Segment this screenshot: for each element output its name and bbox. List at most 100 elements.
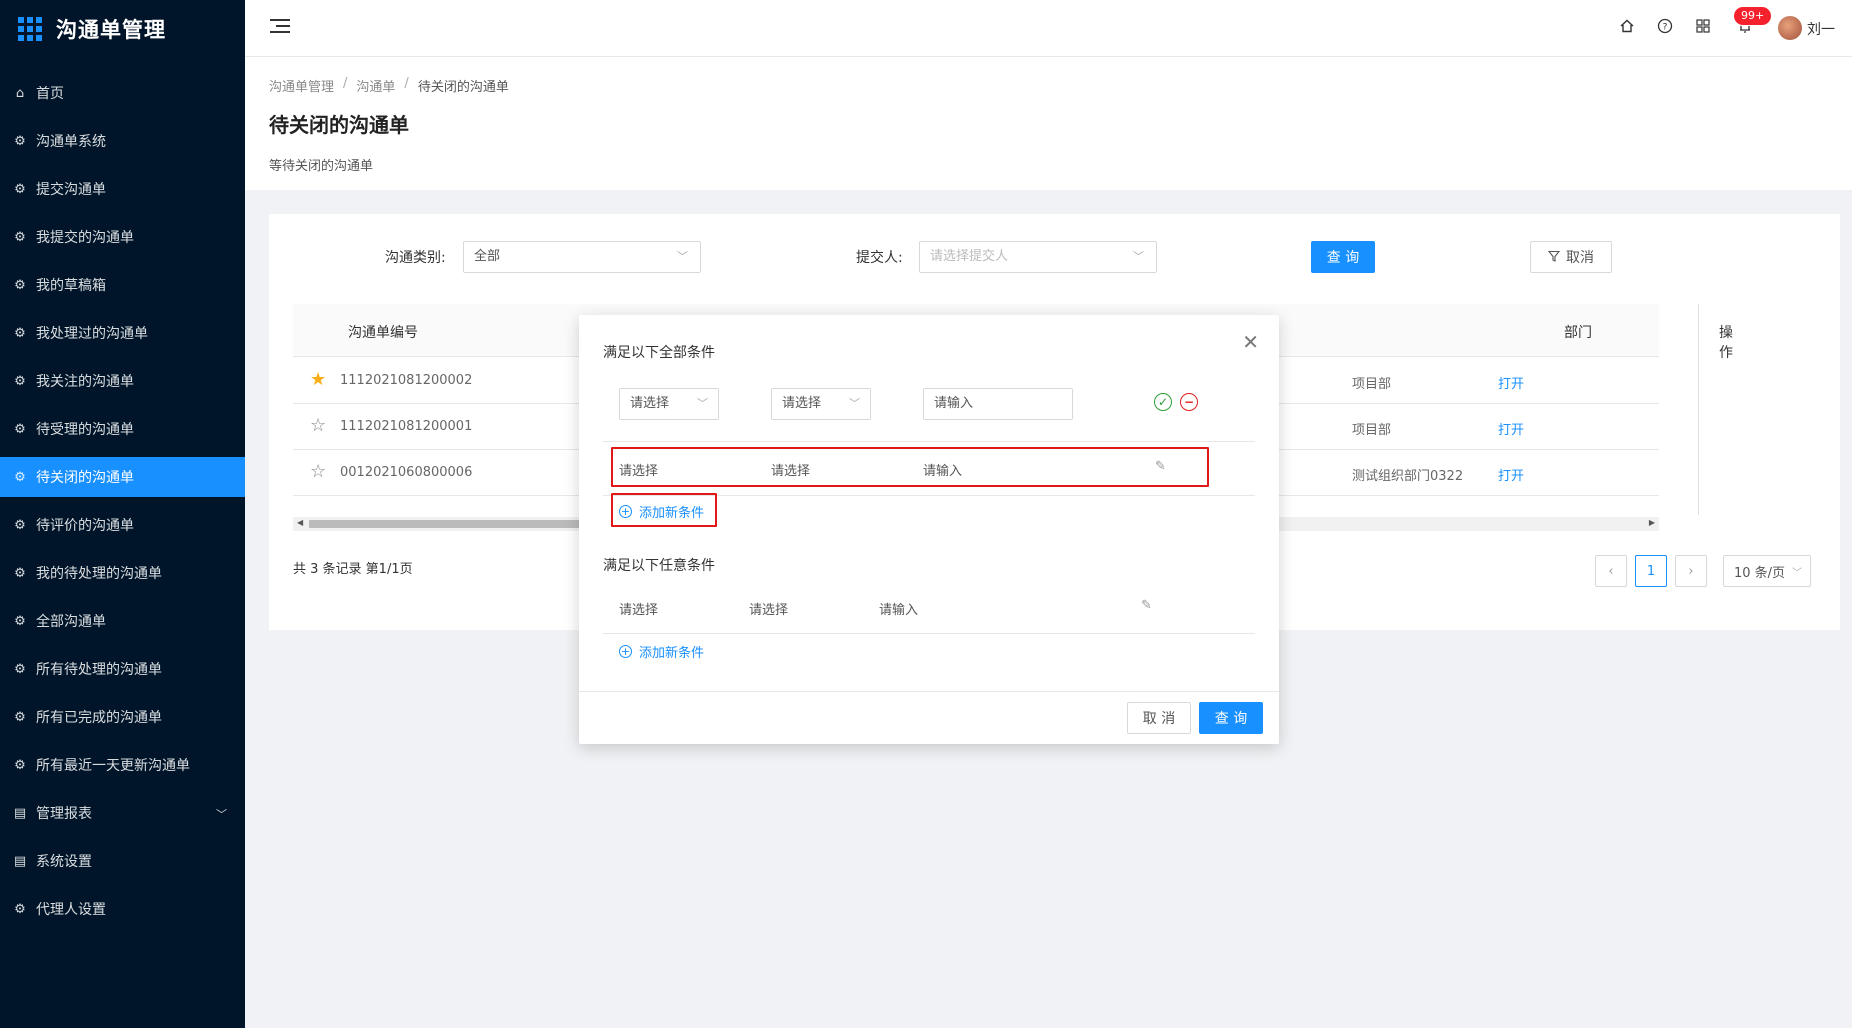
sidebar-item-label: 全部沟通单 — [36, 614, 106, 630]
page-size-value: 10 条/页 — [1734, 565, 1786, 581]
condition-field-select[interactable]: 请选择 ﹀ — [619, 388, 719, 420]
chevron-down-icon: ﹀ — [1133, 250, 1144, 263]
any-conditions-title: 满足以下任意条件 — [603, 558, 715, 574]
submitter-placeholder: 请选择提交人 — [930, 249, 1009, 264]
query-button[interactable]: 查 询 — [1311, 241, 1375, 273]
chevron-down-icon: ﹀ — [677, 250, 688, 263]
sidebar-item[interactable]: ⚙ 沟通单系统 — [0, 121, 245, 161]
sidebar-item[interactable]: ⚙ 我提交的沟通单 — [0, 217, 245, 257]
sidebar-item[interactable]: ⚙ 提交沟通单 — [0, 169, 245, 209]
condition-field-text[interactable]: 请选择 — [619, 460, 658, 479]
sidebar-item-label: 所有待处理的沟通单 — [36, 662, 162, 678]
condition-operator-text[interactable]: 请选择 — [749, 599, 788, 618]
sidebar-item-label: 我处理过的沟通单 — [36, 326, 148, 342]
cell-number: 1112021081200001 — [340, 419, 473, 434]
sidebar-item[interactable]: ⚙ 全部沟通单 — [0, 601, 245, 641]
sidebar-item[interactable]: ⚙ 待受理的沟通单 — [0, 409, 245, 449]
app-logo[interactable]: 沟通单管理 — [0, 0, 245, 58]
sidebar-item-label: 管理报表 — [36, 806, 92, 822]
column-number: 沟通单编号 — [348, 325, 418, 341]
sidebar-item[interactable]: ⚙ 所有已完成的沟通单 — [0, 697, 245, 737]
star-outline-icon[interactable]: ☆ — [310, 415, 326, 436]
chevron-down-icon: ﹀ — [697, 397, 708, 410]
modal-query-button[interactable]: 查 询 — [1199, 702, 1263, 734]
gear-icon: ⚙ — [14, 661, 26, 677]
sidebar-item-label: 待关闭的沟通单 — [36, 470, 134, 486]
sidebar-item[interactable]: ⚙ 所有待处理的沟通单 — [0, 649, 245, 689]
menu-fold-icon[interactable] — [270, 19, 290, 37]
remove-minus-icon[interactable]: − — [1180, 393, 1198, 411]
home-icon[interactable] — [1618, 18, 1636, 36]
sidebar-menu: ⌂ 首页 ⚙ 沟通单系统 ⚙ 提交沟通单 ⚙ 我提交的沟通单 ⚙ 我的草稿箱 ⚙ 我处理过的沟通单 ⚙ 我… — [0, 73, 245, 929]
sidebar-item[interactable]: ▤ 管理报表 ﹀ — [0, 793, 245, 833]
category-select[interactable]: 全部 ﹀ — [463, 241, 701, 273]
star-outline-icon[interactable]: ☆ — [310, 461, 326, 482]
open-link[interactable]: 打开 — [1498, 419, 1524, 438]
confirm-check-icon[interactable]: ✓ — [1154, 393, 1172, 411]
cancel-filter-button[interactable]: 取消 — [1530, 241, 1612, 273]
help-icon[interactable]: ? — [1656, 18, 1674, 36]
sidebar-item[interactable]: ⚙ 我关注的沟通单 — [0, 361, 245, 401]
condition-operator-select[interactable]: 请选择 ﹀ — [771, 388, 871, 420]
page-1-button[interactable]: 1 — [1635, 555, 1667, 587]
sidebar-item[interactable]: ⌂ 首页 — [0, 73, 245, 113]
sidebar-item[interactable]: ⚙ 所有最近一天更新沟通单 — [0, 745, 245, 785]
scroll-left-icon[interactable]: ◀ — [297, 518, 303, 527]
top-header: ? 99+ 刘一 — [245, 0, 1852, 57]
add-condition-any-button[interactable]: + 添加新条件 — [619, 642, 704, 661]
prev-page-button[interactable]: ‹ — [1595, 555, 1627, 587]
sidebar-item[interactable]: ⚙ 我处理过的沟通单 — [0, 313, 245, 353]
sidebar-item-label: 我的待处理的沟通单 — [36, 566, 162, 582]
advanced-search-modal: ✕ 满足以下全部条件 请选择 ﹀ 请选择 ﹀ 请输入 ✓ − 请选择 请选择 请… — [579, 315, 1279, 744]
edit-icon[interactable]: ✎ — [1155, 459, 1166, 474]
page-header: 沟通单管理 / 沟通单 / 待关闭的沟通单 待关闭的沟通单 等待关闭的沟通单 — [245, 57, 1852, 190]
add-condition-label: 添加新条件 — [639, 646, 705, 661]
total-records: 共 3 条记录 第1/1页 — [293, 562, 413, 577]
sidebar-item[interactable]: ⚙ 我的待处理的沟通单 — [0, 553, 245, 593]
sidebar-item[interactable]: ⚙ 代理人设置 — [0, 889, 245, 929]
open-link[interactable]: 打开 — [1498, 465, 1524, 484]
divider — [603, 441, 1255, 442]
condition-value-input[interactable]: 请输入 — [923, 388, 1073, 420]
condition-operator-text[interactable]: 请选择 — [771, 460, 810, 479]
edit-icon[interactable]: ✎ — [1141, 598, 1152, 613]
sidebar-item[interactable]: ⚙ 我的草稿箱 — [0, 265, 245, 305]
sidebar-item-label: 所有最近一天更新沟通单 — [36, 758, 190, 774]
scrollbar-thumb[interactable] — [309, 520, 589, 528]
gear-icon: ⚙ — [14, 613, 26, 629]
modal-cancel-button[interactable]: 取 消 — [1127, 702, 1191, 734]
star-filled-icon[interactable]: ★ — [310, 369, 326, 390]
sidebar-item[interactable]: ⚙ 待评价的沟通单 — [0, 505, 245, 545]
filter-icon — [1547, 250, 1561, 265]
next-page-button[interactable]: › — [1675, 555, 1707, 587]
condition-field-text[interactable]: 请选择 — [619, 599, 658, 618]
sidebar-item-label: 待受理的沟通单 — [36, 422, 134, 438]
app-title: 沟通单管理 — [56, 18, 166, 42]
sidebar-item-label: 待评价的沟通单 — [36, 518, 134, 534]
chevron-down-icon: ﹀ — [849, 397, 860, 410]
add-condition-all-button[interactable]: + 添加新条件 — [619, 502, 704, 521]
condition-value-text[interactable]: 请输入 — [879, 599, 918, 618]
breadcrumb-current: 待关闭的沟通单 — [417, 80, 509, 95]
breadcrumb-item[interactable]: 沟通单 — [356, 76, 395, 95]
sidebar-item-label: 代理人设置 — [36, 902, 106, 918]
submitter-select[interactable]: 请选择提交人 ﹀ — [919, 241, 1157, 273]
modal-footer-divider — [579, 691, 1279, 692]
scroll-right-icon[interactable]: ▶ — [1649, 518, 1655, 527]
sidebar-item-label: 所有已完成的沟通单 — [36, 710, 162, 726]
sidebar-item[interactable]: ▤ 系统设置 — [0, 841, 245, 881]
page-size-select[interactable]: 10 条/页 ﹀ — [1723, 555, 1811, 587]
close-icon[interactable]: ✕ — [1242, 332, 1259, 352]
gear-icon: ⚙ — [14, 181, 26, 197]
plus-circle-icon: + — [619, 505, 632, 518]
avatar[interactable] — [1778, 16, 1802, 40]
breadcrumb-item[interactable]: 沟通单管理 — [269, 76, 334, 95]
sidebar-item[interactable]: ⚙ 待关闭的沟通单 — [0, 457, 245, 497]
condition-value-text[interactable]: 请输入 — [923, 460, 962, 479]
apps-icon[interactable] — [1694, 18, 1712, 36]
column-action: 操作 — [1719, 325, 1733, 361]
username[interactable]: 刘一 — [1807, 19, 1835, 39]
gear-icon: ⚙ — [14, 709, 26, 725]
open-link[interactable]: 打开 — [1498, 373, 1524, 392]
sidebar-item-label: 沟通单系统 — [36, 134, 106, 150]
